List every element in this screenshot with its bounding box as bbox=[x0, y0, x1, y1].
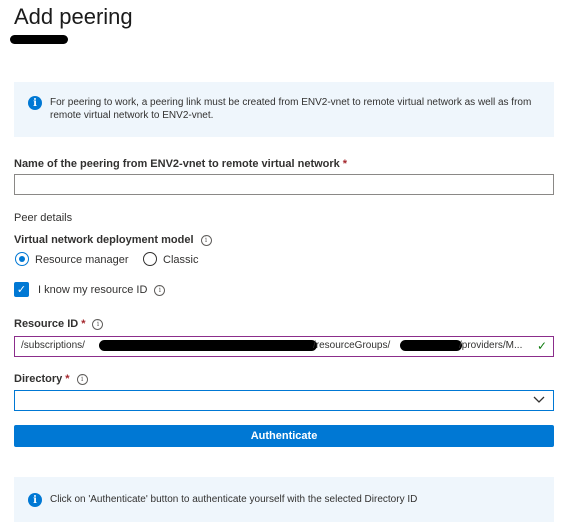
redacted-resource-group bbox=[400, 340, 462, 351]
help-icon[interactable]: i bbox=[154, 284, 166, 296]
know-resource-id-label[interactable]: I know my resource ID i bbox=[38, 284, 166, 296]
redacted-subscription-id bbox=[99, 340, 317, 351]
page-title: Add peering bbox=[14, 4, 133, 29]
authenticate-info-box: i Click on 'Authenticate' button to auth… bbox=[14, 477, 554, 522]
resource-id-suffix: /providers/M... bbox=[459, 340, 523, 351]
info-icon: i bbox=[28, 96, 42, 110]
valid-checkmark-icon: ✓ bbox=[536, 339, 547, 353]
authenticate-info-text: Click on 'Authenticate' button to authen… bbox=[50, 494, 418, 505]
redacted-subtitle bbox=[10, 35, 68, 44]
checkmark-icon: ✓ bbox=[16, 284, 27, 296]
help-icon[interactable]: i bbox=[76, 373, 88, 385]
peering-name-label: Name of the peering from ENV2-vnet to re… bbox=[14, 158, 348, 170]
directory-select[interactable] bbox=[14, 390, 554, 411]
help-icon[interactable]: i bbox=[200, 234, 212, 246]
resource-id-label: Resource ID * i bbox=[14, 318, 104, 330]
radio-resource-manager-label[interactable]: Resource manager bbox=[35, 254, 129, 266]
directory-label: Directory * i bbox=[14, 373, 88, 385]
peer-details-heading: Peer details bbox=[14, 212, 73, 224]
resource-id-prefix: /subscriptions/ bbox=[21, 340, 85, 351]
resource-id-input[interactable]: /subscriptions/ /resourceGroups/ /provid… bbox=[14, 336, 554, 357]
radio-classic[interactable] bbox=[143, 252, 157, 266]
radio-resource-manager[interactable] bbox=[15, 252, 29, 266]
chevron-down-icon bbox=[533, 396, 545, 403]
info-icon: i bbox=[28, 493, 42, 507]
resource-id-mid: /resourceGroups/ bbox=[313, 340, 391, 351]
peering-info-text: For peering to work, a peering link must… bbox=[50, 97, 532, 121]
deployment-model-label: Virtual network deployment model i bbox=[14, 234, 212, 246]
peering-name-input[interactable] bbox=[14, 174, 554, 195]
peering-info-box: i For peering to work, a peering link mu… bbox=[14, 82, 554, 137]
authenticate-button[interactable]: Authenticate bbox=[14, 425, 554, 447]
help-icon[interactable]: i bbox=[92, 318, 104, 330]
know-resource-id-checkbox[interactable]: ✓ bbox=[14, 282, 29, 297]
radio-classic-label[interactable]: Classic bbox=[163, 254, 198, 266]
